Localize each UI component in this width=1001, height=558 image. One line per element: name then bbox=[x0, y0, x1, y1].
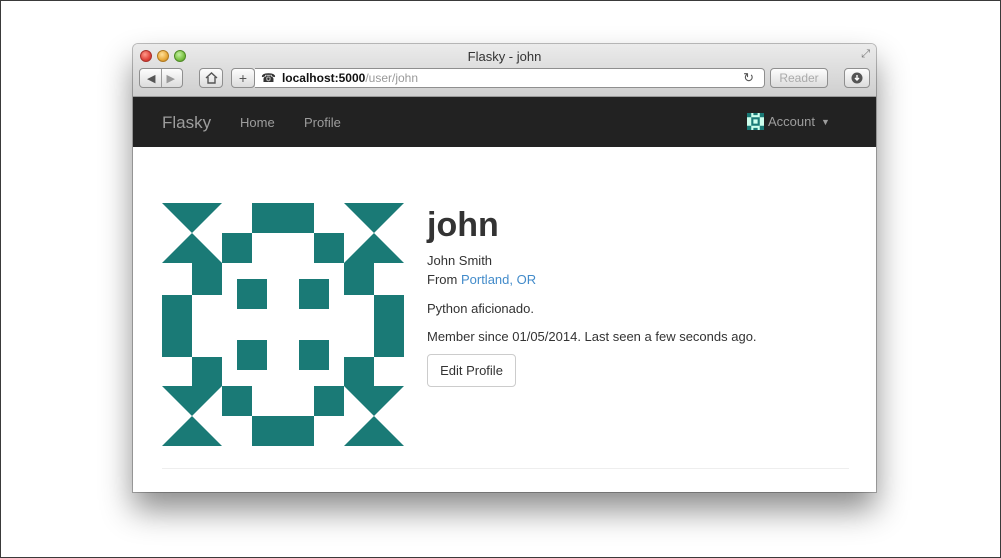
profile-full-name: John Smith bbox=[427, 253, 493, 268]
profile-member-since: Member since 01/05/2014. Last seen a few… bbox=[427, 329, 757, 344]
profile-location: From Portland, OR bbox=[427, 272, 536, 287]
forward-arrow-icon[interactable]: ▶ bbox=[167, 72, 175, 85]
account-avatar-icon bbox=[747, 113, 764, 130]
location-prefix: From bbox=[427, 272, 458, 287]
caret-down-icon: ▼ bbox=[820, 116, 830, 127]
title-bar: Flasky - john ⤢ ◀ ▶ + ☎ localhost:5000 /… bbox=[133, 44, 876, 97]
location-link[interactable]: Portland, OR bbox=[461, 272, 536, 287]
home-icon bbox=[205, 72, 217, 84]
browser-window: Flasky - john ⤢ ◀ ▶ + ☎ localhost:5000 /… bbox=[133, 44, 876, 492]
window-title: Flasky - john bbox=[467, 49, 542, 64]
home-button[interactable] bbox=[199, 68, 223, 88]
account-label: Account bbox=[768, 114, 815, 129]
navbar-brand[interactable]: Flasky bbox=[162, 113, 211, 133]
account-dropdown[interactable]: Account ▼ bbox=[747, 113, 830, 130]
add-bookmark-button[interactable]: + bbox=[231, 68, 255, 88]
navbar: Flasky Home Profile Account ▼ bbox=[133, 97, 876, 147]
download-icon bbox=[851, 72, 863, 84]
nav-link-profile[interactable]: Profile bbox=[304, 115, 341, 130]
back-forward-buttons: ◀ ▶ bbox=[139, 68, 183, 88]
profile-username: john bbox=[427, 206, 499, 244]
edit-profile-button[interactable]: Edit Profile bbox=[427, 354, 516, 387]
plus-icon: + bbox=[238, 70, 248, 86]
reload-icon[interactable]: ↻ bbox=[743, 70, 754, 86]
divider bbox=[162, 468, 849, 469]
reader-button[interactable]: Reader bbox=[770, 68, 828, 88]
url-host: localhost:5000 bbox=[281, 71, 366, 85]
nav-link-home[interactable]: Home bbox=[240, 115, 275, 130]
fullscreen-icon[interactable]: ⤢ bbox=[861, 48, 870, 61]
address-bar[interactable]: ☎ localhost:5000 /user/john ↻ bbox=[255, 68, 765, 88]
avatar bbox=[162, 203, 404, 446]
back-arrow-icon[interactable]: ◀ bbox=[147, 72, 155, 85]
phone-icon: ☎ bbox=[261, 71, 276, 85]
download-button[interactable] bbox=[844, 68, 870, 88]
profile-about: Python aficionado. bbox=[427, 301, 534, 316]
url-path: /user/john bbox=[365, 71, 419, 85]
